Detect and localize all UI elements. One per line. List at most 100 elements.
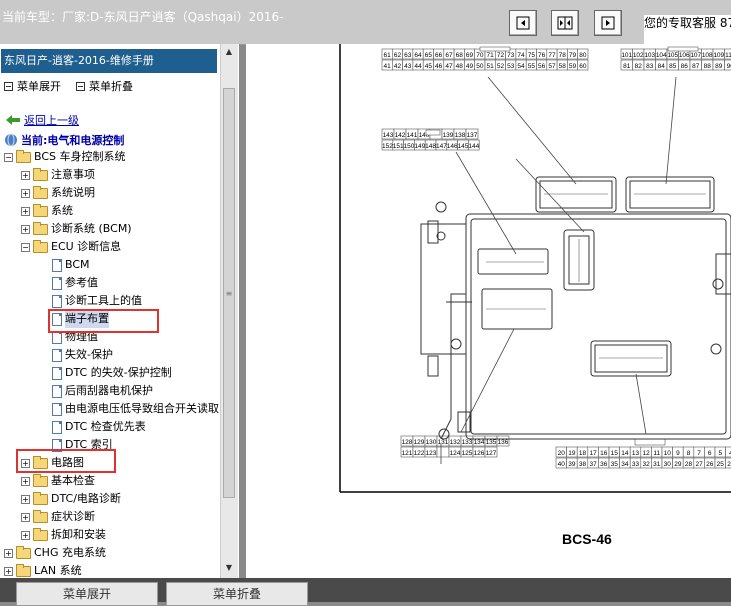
scroll-down-icon[interactable]: ▼ [223,562,235,574]
scroll-up-icon[interactable]: ▲ [223,46,235,58]
tree-item-label: DTC 检查优先表 [65,418,146,436]
pin-number: 147 [436,143,447,150]
tree-item-label: 失效-保护 [65,346,113,364]
panel-left-icon [516,16,530,30]
tree-item-label: 诊断系统 (BCM) [51,220,132,238]
folder-icon [33,224,48,235]
tree-item-label: 系统说明 [51,184,95,202]
tree-doc-item[interactable]: 参考值 [38,274,98,292]
tree-folder-item[interactable]: + DTC/电路诊断 [21,490,121,508]
expand-plus-icon[interactable]: + [4,549,13,558]
pin-number: 60 [579,63,587,70]
tree-doc-item[interactable]: 后雨刮器电机保护 [38,382,153,400]
pin-number: 87 [692,63,700,70]
folder-icon [16,566,31,577]
folder-icon [33,188,48,199]
tree-item-label: CHG 充电系统 [34,544,106,562]
pin-number: 76 [538,52,546,59]
folder-icon [33,494,48,505]
tree-doc-item[interactable]: 失效-保护 [38,346,113,364]
folder-icon [33,206,48,217]
tree-folder-item[interactable]: +系统 [21,202,73,220]
back-link[interactable]: 返回上一级 [6,112,79,128]
tree-doc-item[interactable]: 由电源电压低导致组合开关读取 [38,400,219,418]
pin-number: 69 [466,52,474,59]
scrollbar-thumb[interactable]: ≡ [223,88,235,498]
pin-number: 47 [445,63,453,70]
collapse-minus-icon[interactable]: − [4,153,13,162]
expand-plus-icon[interactable]: + [21,225,30,234]
pin-number: 152 [382,143,393,150]
panel-right-icon [601,16,615,30]
tree-folder-item[interactable]: + 注意事项 [21,166,95,184]
pin-number: 77 [548,52,556,59]
expand-plus-icon[interactable]: + [21,513,30,522]
menu-collapse-toggle[interactable]: 菜单折叠 [76,78,133,94]
pin-number: 128 [402,439,413,446]
expand-plus-icon[interactable]: + [21,531,30,540]
pin-number: 58 [559,63,567,70]
tree-doc-item[interactable]: 诊断工具上的值 [38,292,142,310]
tree-item-label: BCM [65,256,90,274]
panel-right-button[interactable] [594,10,622,36]
expand-plus-icon[interactable]: + [21,477,30,486]
pin-number: 19 [568,450,576,457]
tree-folder-item[interactable]: + 系统说明 [21,184,95,202]
tree-folder-item[interactable]: + 诊断系统 (BCM) [21,220,132,238]
tree-item-label: 症状诊断 [51,508,95,526]
pin-number: 89 [715,63,723,70]
expand-plus-icon[interactable]: + [4,567,13,576]
tree-doc-item[interactable]: DTC 检查优先表 [38,418,146,436]
pin-number: 104 [656,52,667,59]
folder-icon [33,476,48,487]
tree-folder-item[interactable]: + 症状诊断 [21,508,95,526]
pin-number: 51 [487,63,495,70]
tree-doc-item[interactable]: BCM [38,256,90,274]
panel-split-icon [557,16,573,30]
top-bar: 当前车型：厂家:D-东风日产逍客（Qashqai）2016- 您的专取客服 87… [0,0,731,45]
tree-doc-item[interactable]: DTC 的失效-保护控制 [38,364,172,382]
pin-number: 45 [425,63,433,70]
pin-number: 6 [708,450,712,457]
tree-item-label: DTC/电路诊断 [51,490,121,508]
pin-number: 123 [426,450,437,457]
pin-number: 88 [704,63,712,70]
pin-number: 143 [383,132,394,139]
pin-number: 107 [690,52,701,59]
pin-number: 40 [558,461,566,468]
expand-plus-icon[interactable]: + [21,171,30,180]
expand-plus-icon[interactable]: + [21,207,30,216]
tree-scrollbar[interactable]: ▲ ≡ ▼ [220,44,238,578]
tree-folder-item[interactable]: +拆卸和安装 [21,526,106,544]
pin-number: 5 [718,450,722,457]
tree-folder-item[interactable]: + 基本检查 [21,472,95,490]
document-icon [52,385,62,398]
expand-plus-icon[interactable]: + [21,189,30,198]
pin-number: 141 [407,132,418,139]
collapse-square-icon [76,82,85,91]
bottom-collapse-button[interactable]: 菜单折叠 [166,582,308,606]
tree-item-label: 基本检查 [51,472,95,490]
bottom-expand-button[interactable]: 菜单展开 [16,582,158,606]
panel-left-button[interactable] [509,10,537,36]
tree-folder-item[interactable]: −BCS 车身控制系统 [4,148,126,166]
pin-number: 78 [559,52,567,59]
tree-item-label: 由电源电压低导致组合开关读取 [65,400,219,418]
tree-item-label: 后雨刮器电机保护 [65,382,153,400]
pin-number: 63 [404,52,412,59]
collapse-minus-icon[interactable]: − [21,243,30,252]
pin-number: 9 [676,450,680,457]
pin-number: 29 [674,461,682,468]
panel-split-button[interactable] [551,10,579,36]
connector-diagram: 6162636465666768697071727374757677787980… [246,44,731,578]
pin-number: 131 [438,439,449,446]
pin-number: 11 [653,450,660,457]
tree-folder-item[interactable]: + CHG 充电系统 [4,544,106,562]
pin-number: 108 [702,52,713,59]
tree-item-label: 注意事项 [51,166,95,184]
menu-expand-toggle[interactable]: 菜单展开 [4,78,61,94]
pin-number: 129 [414,439,425,446]
tree-folder-item[interactable]: −ECU 诊断信息 [21,238,121,256]
pin-number: 68 [456,52,464,59]
expand-plus-icon[interactable]: + [21,495,30,504]
